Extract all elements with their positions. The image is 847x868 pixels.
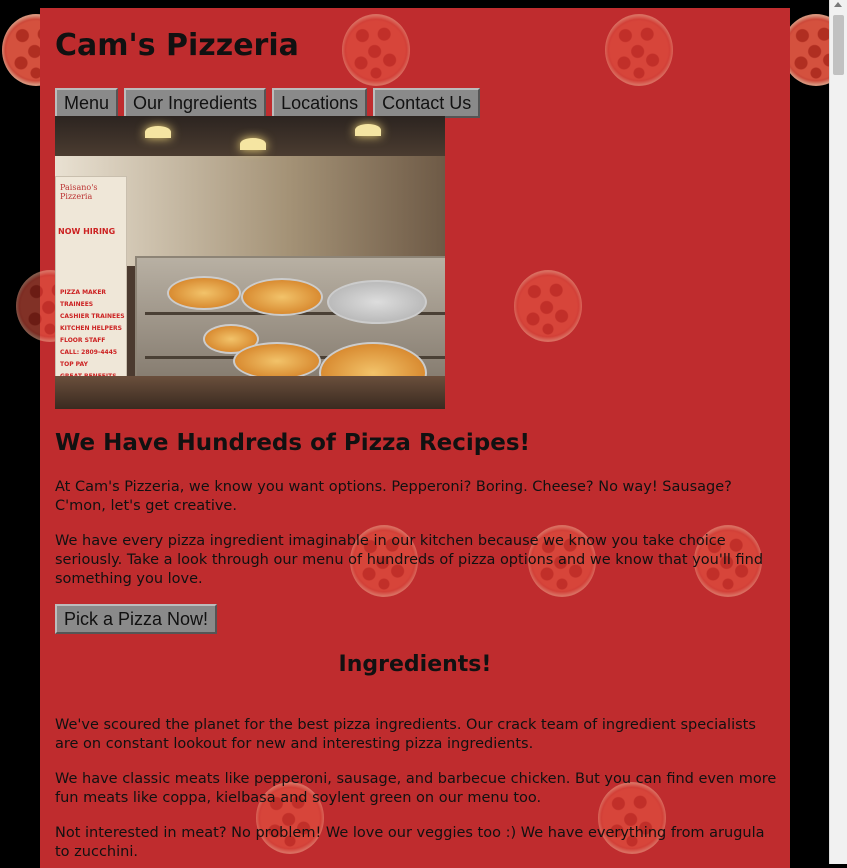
banner-list-item: CASHIER TRAINEES: [60, 313, 125, 320]
ingredients-paragraph-2: We have classic meats like pepperoni, sa…: [55, 771, 777, 806]
vertical-scrollbar[interactable]: [829, 0, 847, 864]
pizza-tray: [167, 276, 241, 310]
nav-ingredients-button[interactable]: Our Ingredients: [124, 88, 267, 118]
lamp-icon: [240, 138, 266, 150]
pizza-tray: [233, 342, 321, 380]
banner-list-item: CALL: 2809-4445: [60, 349, 118, 356]
banner-brand-text: Paisano's Pizzeria: [60, 183, 98, 201]
pizza-pattern-icon: [514, 270, 582, 342]
nav-locations-button[interactable]: Locations: [272, 88, 368, 118]
scroll-up-arrow-icon[interactable]: [834, 2, 842, 7]
pick-pizza-button[interactable]: Pick a Pizza Now!: [55, 604, 218, 634]
banner-list-item: TOP PAY: [60, 361, 88, 368]
scrollbar-thumb[interactable]: [833, 15, 844, 75]
site-title: Cam's Pizzeria: [55, 28, 299, 63]
intro-heading: We Have Hundreds of Pizza Recipes!: [55, 430, 531, 456]
pizza-pattern-icon: [342, 14, 410, 86]
pizza-tray: [327, 280, 427, 324]
lamp-icon: [355, 124, 381, 136]
ingredients-paragraph-1: We've scoured the planet for the best pi…: [55, 717, 756, 752]
nav-menu-button[interactable]: Menu: [55, 88, 119, 118]
hiring-banner: Paisano's Pizzeria NOW HIRING PIZZA MAKE…: [55, 176, 127, 398]
ingredients-heading: Ingredients!: [338, 652, 492, 677]
banner-list: PIZZA MAKER TRAINEES CASHIER TRAINEES KI…: [60, 287, 126, 383]
nav-contact-button[interactable]: Contact Us: [373, 88, 481, 118]
banner-list-item: FLOOR STAFF: [60, 337, 106, 344]
intro-paragraph-2: We have every pizza ingredient imaginabl…: [55, 533, 764, 587]
banner-hiring-text: NOW HIRING: [58, 227, 116, 236]
hero-image: Paisano's Pizzeria NOW HIRING PIZZA MAKE…: [55, 116, 445, 409]
banner-list-item: PIZZA MAKER TRAINEES: [60, 289, 107, 308]
pizza-pattern-icon: [605, 14, 673, 86]
main-nav: Menu Our Ingredients Locations Contact U…: [55, 88, 481, 118]
pizza-tray: [241, 278, 323, 316]
lamp-icon: [145, 126, 171, 138]
banner-list-item: KITCHEN HELPERS: [60, 325, 122, 332]
ingredients-paragraph-3: Not interested in meat? No problem! We l…: [55, 825, 765, 860]
hero-floor: [55, 376, 445, 409]
intro-paragraph-1: At Cam's Pizzeria, we know you want opti…: [55, 479, 732, 514]
